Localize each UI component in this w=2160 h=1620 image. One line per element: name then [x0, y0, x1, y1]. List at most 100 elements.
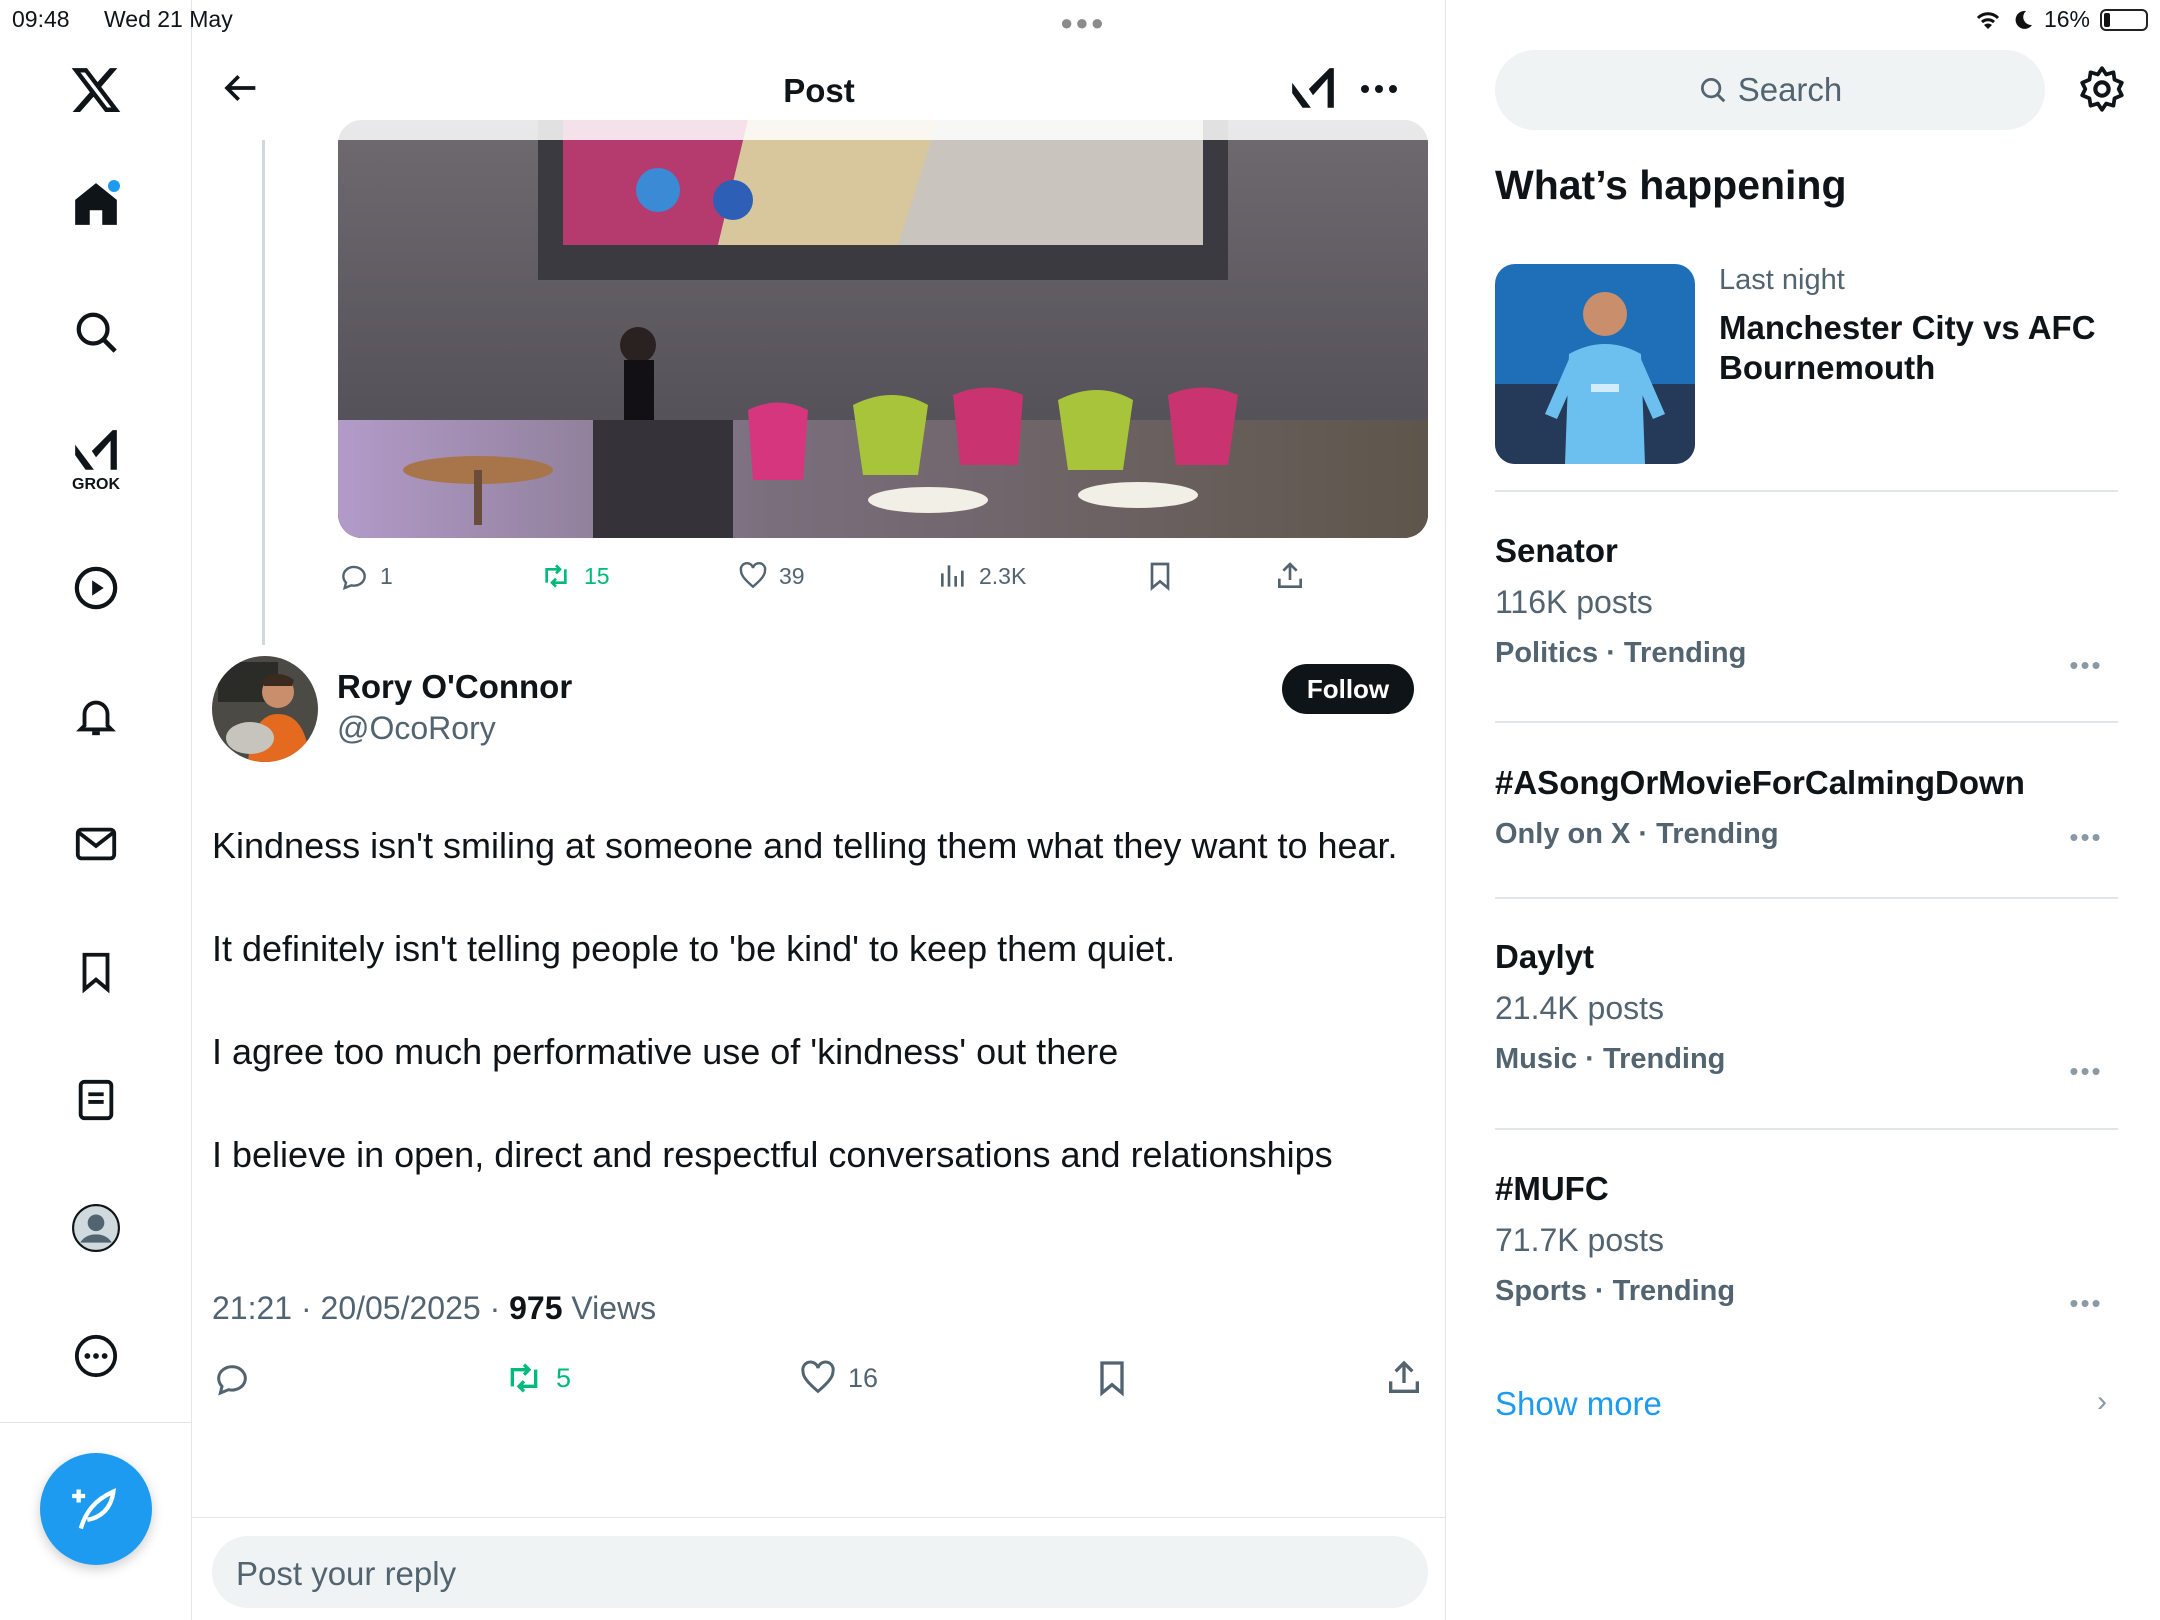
bookmark-action[interactable]	[1092, 1358, 1132, 1398]
parent-like-action[interactable]: 39	[737, 560, 805, 592]
parent-views-count: 2.3K	[979, 562, 1027, 589]
repost-icon	[510, 1363, 538, 1393]
trend-item[interactable]: #MUFC 71.7K posts Sports · Trending •••	[1495, 1170, 2118, 1318]
parent-share-action[interactable]	[1274, 560, 1306, 592]
home-icon[interactable]	[60, 168, 132, 240]
trend-category: Politics · Trending	[1495, 637, 1747, 669]
parent-views-action[interactable]: 2.3K	[937, 560, 1026, 592]
divider	[1495, 897, 2118, 899]
reply-input[interactable]: Post your reply	[212, 1536, 1428, 1608]
status-time: 09:48	[12, 6, 70, 32]
post-metadata: 21:21 · 20/05/2025 · 975 Views	[212, 1290, 656, 1327]
heart-icon	[739, 562, 767, 589]
notifications-bell-icon[interactable]	[60, 680, 132, 752]
post-paragraph: It definitely isn't telling people to 'b…	[212, 928, 1176, 969]
status-indicators: 16%	[1974, 6, 2148, 33]
messages-envelope-icon[interactable]	[60, 808, 132, 880]
repost-icon	[545, 564, 567, 588]
trend-more-icon[interactable]: •••	[2066, 1288, 2106, 1318]
multitasking-dots-icon[interactable]: ●●●	[1060, 10, 1106, 36]
wifi-icon	[1976, 11, 2000, 29]
conference-stage-photo	[338, 120, 1428, 538]
post-views-label: Views	[562, 1290, 657, 1326]
trend-item[interactable]: Daylyt 21.4K posts Music · Trending •••	[1495, 938, 2118, 1086]
reply-bubble-icon	[217, 1365, 247, 1396]
parent-post-media[interactable]	[338, 120, 1428, 538]
parent-repost-action[interactable]: 15	[538, 560, 610, 592]
share-upload-icon	[1389, 1360, 1419, 1393]
parent-repost-count: 15	[584, 562, 610, 589]
trend-post-count: 116K posts	[1495, 584, 1653, 620]
settings-gear-icon[interactable]	[2077, 64, 2127, 114]
trend-category: Sports · Trending	[1495, 1275, 1736, 1307]
explore-search-icon[interactable]	[60, 296, 132, 368]
bookmarks-icon[interactable]	[60, 936, 132, 1008]
author-handle[interactable]: @OcoRory	[337, 710, 496, 747]
trend-more-icon[interactable]: •••	[2066, 650, 2106, 680]
author-avatar[interactable]	[212, 656, 318, 762]
right-sidebar: Search What’s happening Last night Manch…	[1447, 0, 2160, 1620]
more-menu-icon[interactable]	[60, 1320, 132, 1392]
thread-connector-line	[262, 140, 265, 645]
trend-post-count: 21.4K posts	[1495, 990, 1664, 1026]
trend-post-count: 71.7K posts	[1495, 1222, 1664, 1258]
whats-happening-title: What’s happening	[1495, 162, 1847, 208]
event-time: Last night	[1719, 264, 1845, 296]
search-input[interactable]: Search	[1495, 50, 2045, 130]
follow-button[interactable]: Follow	[1282, 664, 1414, 714]
author-name[interactable]: Rory O'Connor	[337, 668, 572, 706]
x-logo-icon[interactable]	[60, 54, 132, 126]
grok-icon[interactable]: GROK	[60, 424, 132, 496]
reply-action[interactable]	[212, 1358, 252, 1398]
divider	[1495, 490, 2118, 492]
analytics-bars-icon	[941, 565, 964, 587]
battery-percent: 16%	[2043, 6, 2090, 32]
author-photo	[212, 656, 318, 762]
moon-icon	[2015, 10, 2032, 29]
parent-bookmark-action[interactable]	[1144, 560, 1176, 592]
trend-more-icon[interactable]: •••	[2066, 822, 2106, 852]
trending-event-card[interactable]: Last night Manchester City vs AFC Bourne…	[1495, 264, 2115, 464]
status-bar: 09:48 Wed 21 May ●●● 16%	[0, 0, 2160, 40]
trend-title: Daylyt	[1495, 938, 1595, 975]
grok-icon	[1292, 68, 1334, 108]
post-paragraph: I believe in open, direct and respectful…	[212, 1134, 1333, 1175]
compose-post-button[interactable]	[40, 1453, 152, 1565]
show-more-link[interactable]: Show more	[1495, 1385, 1662, 1423]
status-date: Wed 21 May	[104, 6, 233, 32]
trend-title: #ASongOrMovieForCalmingDown	[1495, 764, 2025, 801]
divider	[1495, 721, 2118, 723]
trend-more-icon[interactable]: •••	[2066, 1056, 2106, 1086]
nav-divider	[0, 1422, 192, 1423]
trend-category: Only on X · Trending	[1495, 818, 1779, 850]
unread-indicator	[108, 180, 120, 192]
post-paragraph: I agree too much performative use of 'ki…	[212, 1031, 1119, 1072]
parent-reply-action[interactable]: 1	[338, 560, 393, 592]
lists-icon[interactable]	[60, 1064, 132, 1136]
chevron-right-icon[interactable]: ›	[2097, 1385, 2107, 1419]
post-views-count: 975	[509, 1290, 563, 1326]
grok-explain-button[interactable]	[1288, 64, 1338, 114]
left-nav: GROK	[0, 0, 192, 1620]
trend-item[interactable]: #ASongOrMovieForCalmingDown Only on X · …	[1495, 764, 2118, 852]
trend-item[interactable]: Senator 116K posts Politics · Trending •…	[1495, 532, 2118, 680]
footballer-photo	[1495, 264, 1695, 464]
video-play-icon[interactable]	[60, 552, 132, 624]
repost-action[interactable]: 5	[502, 1358, 571, 1398]
like-action[interactable]: 16	[798, 1358, 878, 1398]
heart-icon	[801, 1360, 835, 1394]
post-detail-column: Post 1 15 39 2.3K Rory O'Connor @OcoRory…	[192, 0, 1446, 1620]
post-timestamp[interactable]: 21:21 · 20/05/2025 ·	[212, 1290, 509, 1326]
search-icon	[1700, 78, 1726, 103]
post-paragraph: Kindness isn't smiling at someone and te…	[212, 825, 1398, 866]
like-count: 16	[848, 1362, 879, 1393]
page-title: Post	[783, 72, 855, 109]
trend-title: #MUFC	[1495, 1170, 1609, 1207]
profile-avatar-icon[interactable]	[60, 1192, 132, 1264]
share-action[interactable]	[1384, 1358, 1424, 1398]
post-more-options-button[interactable]	[1354, 64, 1404, 114]
event-thumbnail	[1495, 264, 1695, 464]
reply-divider	[192, 1517, 1445, 1518]
bookmark-icon	[1100, 1361, 1124, 1397]
trend-category: Music · Trending	[1495, 1043, 1726, 1075]
